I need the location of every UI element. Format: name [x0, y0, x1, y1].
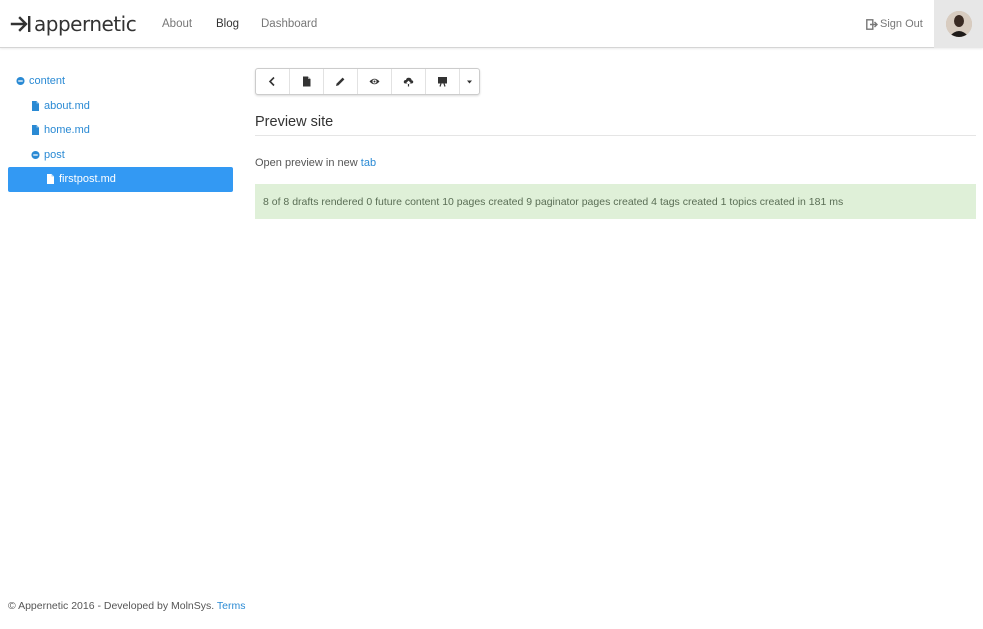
sign-out-button[interactable]: Sign Out	[866, 17, 923, 31]
avatar	[945, 11, 972, 37]
footer: © Appernetic 2016 - Developed by MolnSys…	[8, 599, 246, 613]
tree-folder-post[interactable]: post	[8, 143, 233, 168]
nav-about[interactable]: About	[162, 17, 192, 31]
nav-blog[interactable]: Blog	[216, 17, 239, 31]
build-status-alert: 8 of 8 drafts rendered 0 future content …	[255, 184, 976, 219]
tree-file-about[interactable]: about.md	[8, 94, 233, 119]
tree-label: firstpost.md	[59, 173, 116, 186]
minus-circle-icon	[31, 150, 40, 159]
editor-toolbar	[255, 68, 480, 95]
back-button[interactable]	[256, 69, 290, 94]
content-tree: content about.md home.md post firstpost.…	[8, 69, 233, 192]
tree-label: post	[44, 148, 65, 161]
edit-button[interactable]	[324, 69, 358, 94]
tree-label: about.md	[44, 99, 90, 112]
caret-down-icon	[467, 80, 472, 84]
blackboard-icon	[438, 77, 447, 87]
tree-folder-content[interactable]: content	[8, 69, 233, 94]
chevron-left-icon	[268, 76, 275, 87]
preview-button[interactable]	[358, 69, 392, 94]
tree-file-firstpost[interactable]: firstpost.md	[8, 167, 233, 192]
brand-name: appernetic	[34, 12, 137, 36]
terms-link[interactable]: Terms	[217, 600, 246, 612]
open-preview-tab-link[interactable]: tab	[361, 157, 376, 169]
publish-button[interactable]	[392, 69, 426, 94]
more-dropdown-button[interactable]	[460, 69, 479, 94]
user-menu[interactable]	[934, 0, 983, 48]
minus-circle-icon	[16, 77, 25, 86]
tree-label: home.md	[44, 124, 90, 137]
preview-instructions: Open preview in new tab	[255, 156, 376, 170]
cloud-upload-icon	[403, 77, 414, 87]
preview-text: Open preview in new	[255, 157, 358, 169]
brand-logo[interactable]: appernetic	[10, 11, 137, 37]
file-icon	[32, 125, 39, 136]
title-divider	[255, 135, 976, 136]
pencil-icon	[336, 77, 345, 86]
file-icon	[47, 174, 54, 185]
page-title: Preview site	[255, 114, 334, 130]
user-photo-icon	[945, 11, 972, 37]
brand-arrow-icon	[10, 16, 31, 32]
nav-dashboard[interactable]: Dashboard	[261, 17, 317, 31]
tree-file-home[interactable]: home.md	[8, 118, 233, 143]
new-file-button[interactable]	[290, 69, 324, 94]
log-out-icon	[866, 18, 878, 30]
eye-icon	[369, 78, 380, 85]
build-status-text: 8 of 8 drafts rendered 0 future content …	[263, 195, 844, 208]
theme-button[interactable]	[426, 69, 460, 94]
top-navbar: appernetic About Blog Dashboard Sign Out	[0, 0, 983, 48]
tree-label: content	[29, 75, 66, 88]
file-icon	[32, 100, 39, 111]
file-icon	[303, 76, 311, 87]
footer-copyright: © Appernetic 2016 - Developed by MolnSys…	[8, 600, 215, 612]
sign-out-label: Sign Out	[880, 18, 923, 30]
